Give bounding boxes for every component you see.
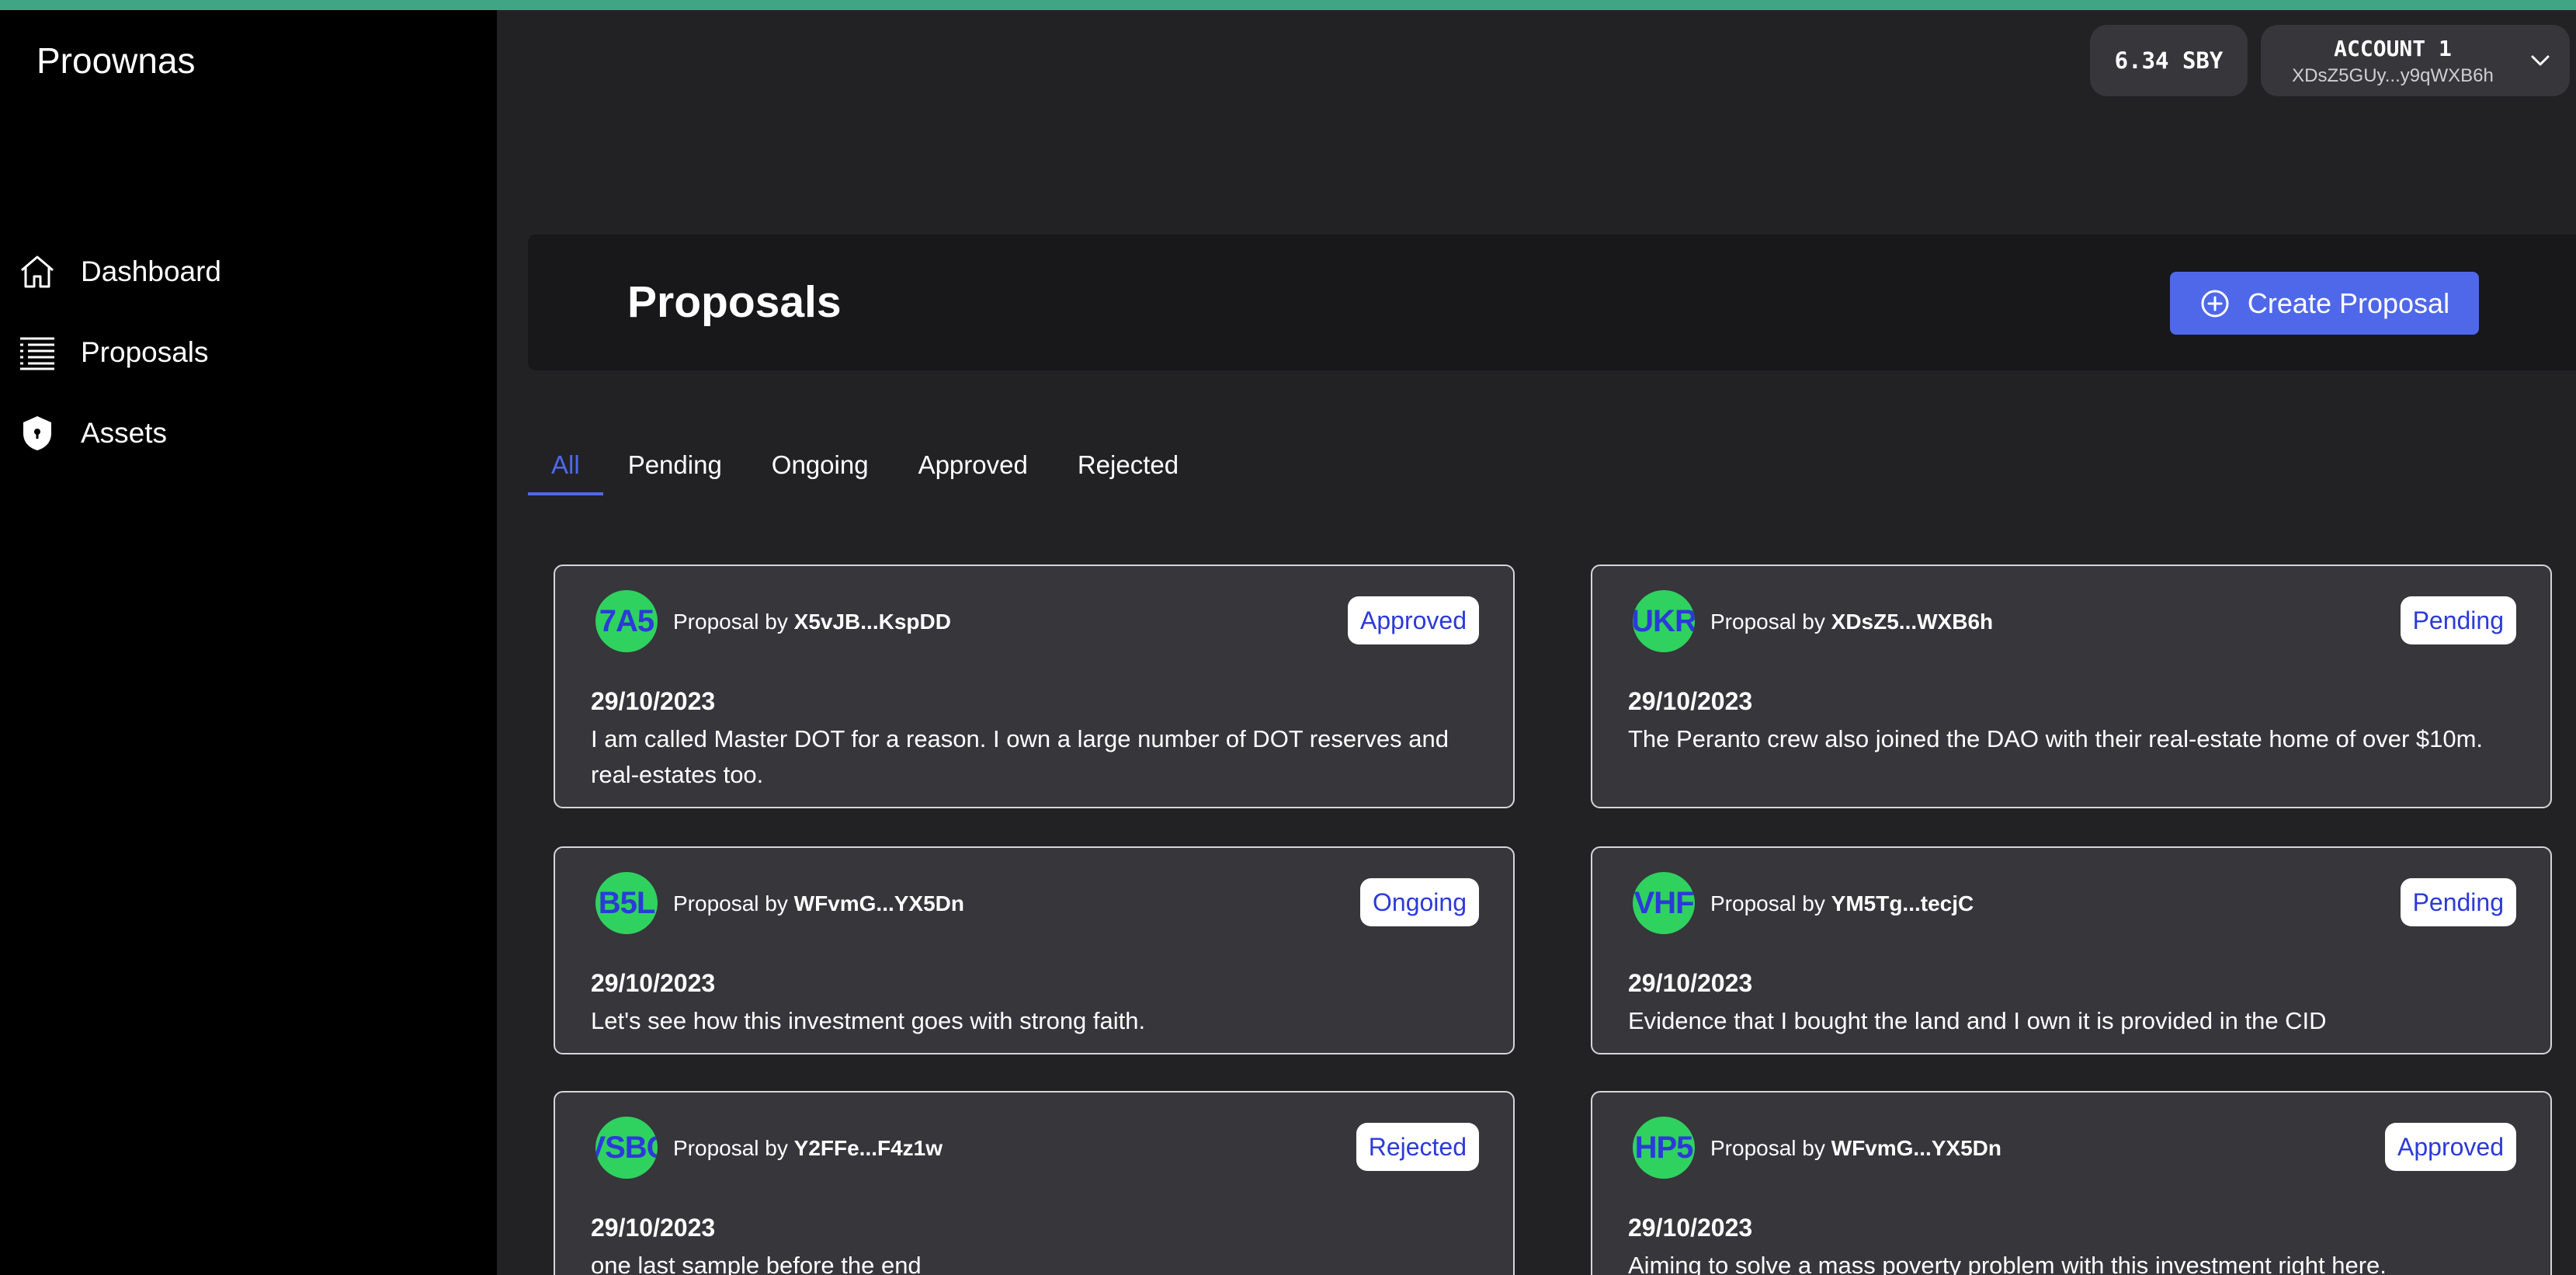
- proposal-author: Proposal by Y2FFe...F4z1w: [673, 1136, 943, 1160]
- sidebar-item-label: Proposals: [81, 336, 209, 368]
- status-tabs: All Pending Ongoing Approved Rejected: [528, 435, 1203, 495]
- proposal-card[interactable]: UKR Proposal by XDsZ5...WXB6h Pending 29…: [1591, 565, 2552, 808]
- tab-ongoing[interactable]: Ongoing: [747, 435, 894, 495]
- proposal-author: Proposal by X5vJB...KspDD: [673, 610, 951, 634]
- status-badge: Pending: [2400, 596, 2516, 644]
- avatar: VHF: [1633, 872, 1695, 934]
- avatar: VSBC: [595, 1117, 658, 1179]
- sidebar: Proownas Dashboard Proposals Assets: [0, 10, 497, 1275]
- proposal-date: 29/10/2023: [591, 687, 716, 715]
- proposal-date: 29/10/2023: [591, 969, 716, 997]
- chevron-down-icon: [2528, 48, 2553, 73]
- proposal-date: 29/10/2023: [1628, 969, 1753, 997]
- proposal-author: Proposal by WFvmG...YX5Dn: [673, 891, 965, 915]
- proposal-description: I am called Master DOT for a reason. I o…: [591, 725, 1449, 788]
- list-icon: [17, 332, 57, 373]
- sidebar-item-proposals[interactable]: Proposals: [17, 312, 483, 393]
- wallet-balance[interactable]: 6.34 SBY: [2090, 25, 2248, 96]
- sidebar-item-label: Dashboard: [81, 255, 222, 287]
- status-badge: Rejected: [1356, 1123, 1479, 1171]
- home-icon: [17, 252, 57, 292]
- proposal-card[interactable]: VSBC Proposal by Y2FFe...F4z1w Rejected …: [554, 1091, 1515, 1275]
- proposal-card[interactable]: B5L Proposal by WFvmG...YX5Dn Ongoing 29…: [554, 846, 1515, 1054]
- create-proposal-button[interactable]: Create Proposal: [2170, 272, 2479, 335]
- proposal-card[interactable]: VHF Proposal by YM5Tg...tecjC Pending 29…: [1591, 846, 2552, 1054]
- tab-approved[interactable]: Approved: [894, 435, 1053, 495]
- tab-pending[interactable]: Pending: [603, 435, 747, 495]
- account-selector[interactable]: ACCOUNT 1 XDsZ5GUy...y9qWXB6h: [2261, 25, 2570, 96]
- status-badge: Ongoing: [1360, 878, 1479, 926]
- page-title: Proposals: [627, 277, 842, 327]
- account-name: ACCOUNT 1: [2334, 36, 2452, 61]
- proposal-description: The Peranto crew also joined the DAO wit…: [1628, 725, 2484, 752]
- avatar: B5L: [595, 872, 658, 934]
- avatar: 7A5: [595, 590, 658, 652]
- tab-rejected[interactable]: Rejected: [1053, 435, 1203, 495]
- proposal-date: 29/10/2023: [1628, 1214, 1753, 1242]
- sidebar-item-assets[interactable]: Assets: [17, 393, 483, 474]
- status-badge: Pending: [2400, 878, 2516, 926]
- proposal-date: 29/10/2023: [1628, 687, 1753, 715]
- proposal-date: 29/10/2023: [591, 1214, 716, 1242]
- proposal-description: Evidence that I bought the land and I ow…: [1628, 1007, 2327, 1034]
- proposal-card[interactable]: 7A5 Proposal by X5vJB...KspDD Approved 2…: [554, 565, 1515, 808]
- sidebar-item-label: Assets: [81, 417, 168, 449]
- shield-icon: [17, 413, 57, 453]
- proposal-author: Proposal by XDsZ5...WXB6h: [1710, 610, 1994, 634]
- create-proposal-label: Create Proposal: [2247, 287, 2450, 319]
- plus-circle-icon: [2199, 288, 2231, 319]
- proposal-description: one last sample before the end: [591, 1252, 922, 1275]
- account-address: XDsZ5GUy...y9qWXB6h: [2292, 65, 2494, 86]
- avatar: UKR: [1633, 590, 1695, 652]
- brand-logo-text[interactable]: Proownas: [36, 40, 196, 82]
- proposal-author: Proposal by YM5Tg...tecjC: [1710, 891, 1974, 915]
- proposal-description: Aiming to solve a mass poverty problem w…: [1628, 1252, 2387, 1275]
- page-header: Proposals Create Proposal: [528, 235, 2576, 370]
- proposal-card[interactable]: HP5 Proposal by WFvmG...YX5Dn Approved 2…: [1591, 1091, 2552, 1275]
- avatar: HP5: [1633, 1117, 1695, 1179]
- status-badge: Approved: [2385, 1123, 2516, 1171]
- top-accent-bar: [0, 0, 2576, 10]
- sidebar-item-dashboard[interactable]: Dashboard: [17, 231, 483, 312]
- sidebar-nav: Dashboard Proposals Assets: [17, 231, 483, 474]
- tab-all[interactable]: All: [528, 435, 603, 495]
- proposal-description: Let's see how this investment goes with …: [591, 1007, 1146, 1034]
- proposal-author: Proposal by WFvmG...YX5Dn: [1710, 1136, 2002, 1160]
- status-badge: Approved: [1348, 596, 1479, 644]
